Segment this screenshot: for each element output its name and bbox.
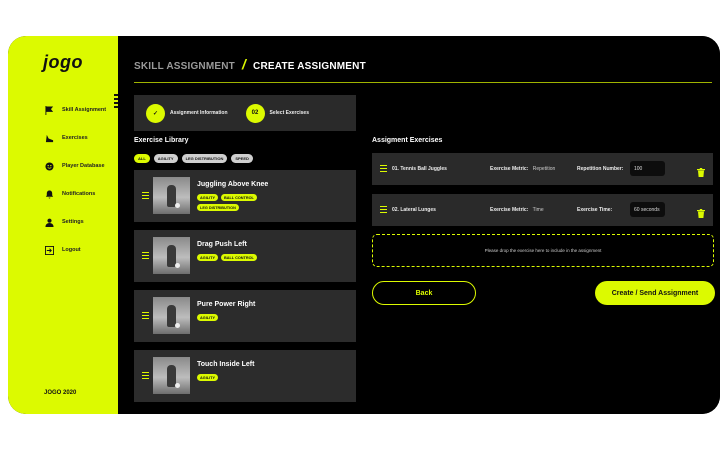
exercise-metric: Exercise Metric: Time bbox=[490, 207, 544, 213]
sidebar-item-player-database[interactable]: Player Database bbox=[44, 152, 106, 180]
assignment-exercises-title: Assigment Exercises bbox=[372, 137, 443, 144]
sidebar-item-exercises[interactable]: Exercises bbox=[44, 124, 106, 152]
sidebar-item-label: Settings bbox=[62, 219, 84, 225]
exercise-name: Pure Power Right bbox=[197, 301, 256, 308]
create-send-assignment-button[interactable]: Create / Send Assignment bbox=[595, 281, 715, 305]
assignment-row[interactable]: 02. Lateral Lunges Exercise Metric: Time… bbox=[372, 194, 713, 226]
exercise-dropzone[interactable]: Please drop the exercise here to include… bbox=[372, 234, 714, 267]
sidebar-nav: Skill Assignment Exercises Player Databa… bbox=[44, 96, 106, 264]
exercise-card[interactable]: Pure Power Right AGILITY bbox=[134, 290, 356, 342]
assignment-exercise-name: 01. Tennis Ball Juggles bbox=[392, 166, 447, 172]
exercise-metric-value: Repetition bbox=[532, 166, 556, 172]
step-label: Assignment Information bbox=[170, 110, 228, 116]
tag: AGILITY bbox=[197, 194, 218, 201]
app-window: jogo Skill Assignment Exercises Player D… bbox=[8, 36, 720, 414]
exercise-metric-label: Exercise Metric: bbox=[490, 207, 529, 213]
exercise-card[interactable]: Juggling Above Knee AGILITY BALL CONTROL… bbox=[134, 170, 356, 222]
step-label: Select Exercises bbox=[269, 110, 309, 116]
tag: LEG DISTRIBUTION bbox=[197, 204, 239, 211]
filter-chip-agility[interactable]: AGILITY bbox=[153, 154, 178, 163]
assignment-row[interactable]: 01. Tennis Ball Juggles Exercise Metric:… bbox=[372, 153, 713, 185]
page-title: CREATE ASSIGNMENT bbox=[253, 61, 366, 72]
exercise-time-input[interactable]: 60 seconds bbox=[630, 202, 665, 217]
tag: BALL CONTROL bbox=[220, 254, 257, 261]
header-divider bbox=[134, 82, 712, 83]
exercise-library-list: Juggling Above Knee AGILITY BALL CONTROL… bbox=[134, 170, 356, 410]
sidebar-item-label: Notifications bbox=[62, 191, 96, 197]
exercise-tags: AGILITY BALL CONTROL bbox=[197, 254, 267, 264]
filter-chip-leg-distribution[interactable]: LEG DISTRIBUTION bbox=[181, 154, 228, 163]
breadcrumb-separator: / bbox=[241, 56, 247, 72]
tag: AGILITY bbox=[197, 254, 218, 261]
sidebar-item-skill-assignment[interactable]: Skill Assignment bbox=[44, 96, 106, 124]
sidebar-item-logout[interactable]: Logout bbox=[44, 236, 106, 264]
tag: AGILITY bbox=[197, 314, 218, 321]
filter-chips: ALL AGILITY LEG DISTRIBUTION SPEED bbox=[134, 154, 257, 163]
step-select-exercises[interactable]: 02 Select Exercises bbox=[245, 103, 309, 123]
exercise-thumbnail bbox=[153, 177, 190, 214]
breadcrumb: SKILL ASSIGNMENT / CREATE ASSIGNMENT bbox=[134, 56, 366, 72]
footer-copyright: JOGO 2020 bbox=[44, 390, 77, 396]
drag-handle-icon[interactable] bbox=[142, 192, 149, 200]
main-content: SKILL ASSIGNMENT / CREATE ASSIGNMENT ✓ A… bbox=[118, 36, 720, 414]
field-label: Exercise Time: bbox=[577, 207, 613, 213]
exercise-tags: AGILITY bbox=[197, 374, 267, 384]
drag-handle-icon[interactable] bbox=[142, 312, 149, 320]
drag-handle-icon[interactable] bbox=[380, 165, 387, 173]
sidebar-item-label: Exercises bbox=[62, 135, 88, 141]
bell-icon bbox=[44, 189, 54, 199]
flag-icon bbox=[44, 105, 54, 115]
back-button[interactable]: Back bbox=[372, 281, 476, 305]
boot-icon bbox=[44, 133, 54, 143]
user-icon bbox=[44, 217, 54, 227]
exercise-library-title: Exercise Library bbox=[134, 137, 189, 144]
repetition-number-input[interactable]: 100 bbox=[630, 161, 665, 176]
sidebar: jogo Skill Assignment Exercises Player D… bbox=[8, 36, 118, 414]
exercise-card[interactable]: Touch Inside Left AGILITY bbox=[134, 350, 356, 402]
trash-icon[interactable] bbox=[697, 164, 705, 177]
exercise-metric: Exercise Metric: Repetition bbox=[490, 166, 555, 172]
logout-icon bbox=[44, 245, 54, 255]
exercise-name: Touch Inside Left bbox=[197, 361, 255, 368]
drag-handle-icon[interactable] bbox=[142, 372, 149, 380]
sidebar-item-label: Player Database bbox=[62, 163, 105, 169]
logo: jogo bbox=[43, 52, 83, 72]
exercise-name: Juggling Above Knee bbox=[197, 181, 269, 188]
sidebar-item-notifications[interactable]: Notifications bbox=[44, 180, 106, 208]
field-label: Repetition Number: bbox=[577, 166, 624, 172]
smile-icon bbox=[44, 161, 54, 171]
tag: AGILITY bbox=[197, 374, 218, 381]
exercise-metric-value: Time bbox=[532, 207, 544, 213]
step-check-icon: ✓ bbox=[146, 103, 165, 123]
filter-chip-speed[interactable]: SPEED bbox=[231, 154, 253, 163]
exercise-thumbnail bbox=[153, 357, 190, 394]
step-assignment-information[interactable]: ✓ Assignment Information bbox=[146, 103, 228, 123]
exercise-metric-label: Exercise Metric: bbox=[490, 166, 529, 172]
exercise-thumbnail bbox=[153, 297, 190, 334]
drag-handle-icon[interactable] bbox=[142, 252, 149, 260]
assignment-exercise-name: 02. Lateral Lunges bbox=[392, 207, 436, 213]
trash-icon[interactable] bbox=[697, 205, 705, 218]
exercise-tags: AGILITY BALL CONTROL LEG DISTRIBUTION bbox=[197, 194, 267, 214]
sidebar-item-label: Skill Assignment bbox=[62, 107, 107, 113]
exercise-card[interactable]: Drag Push Left AGILITY BALL CONTROL bbox=[134, 230, 356, 282]
exercise-name: Drag Push Left bbox=[197, 241, 247, 248]
exercise-tags: AGILITY bbox=[197, 314, 267, 324]
filter-chip-all[interactable]: ALL bbox=[134, 154, 150, 163]
stepper: ✓ Assignment Information 02 Select Exerc… bbox=[134, 95, 356, 131]
assignment-exercises-list: 01. Tennis Ball Juggles Exercise Metric:… bbox=[372, 153, 713, 235]
sidebar-item-label: Logout bbox=[62, 247, 81, 253]
tag: BALL CONTROL bbox=[220, 194, 257, 201]
exercise-thumbnail bbox=[153, 237, 190, 274]
sidebar-item-settings[interactable]: Settings bbox=[44, 208, 106, 236]
breadcrumb-skill-assignment[interactable]: SKILL ASSIGNMENT bbox=[134, 61, 235, 72]
drag-handle-icon[interactable] bbox=[380, 206, 387, 214]
step-number-badge: 02 bbox=[245, 103, 265, 123]
